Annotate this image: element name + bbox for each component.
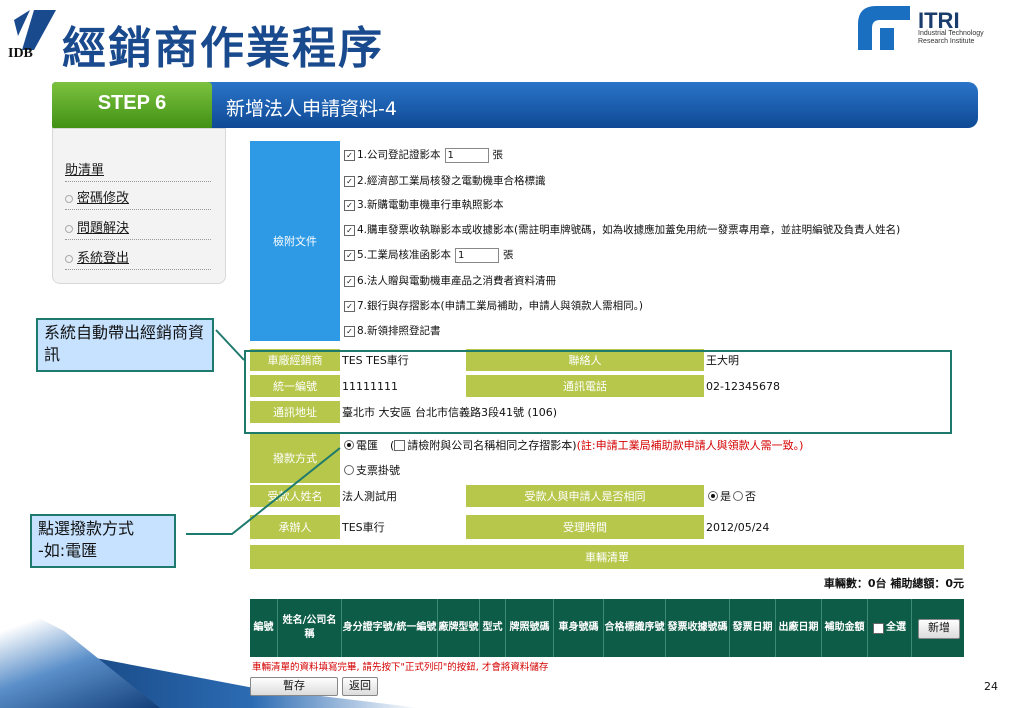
radio-icon[interactable] — [733, 491, 743, 501]
dealer-info-highlight — [244, 350, 952, 434]
side-menu: 助清單 密碼修改 問題解決 系統登出 — [52, 128, 226, 284]
attachment-8[interactable]: ✓ 8.新領排照登記書 — [344, 323, 441, 338]
attachment-text: 1.公司登記證影本 — [357, 149, 441, 161]
itri-logo — [858, 6, 910, 50]
time-value: 2012/05/24 — [706, 520, 770, 534]
attachment-5[interactable]: ✓ 5.工業局核准函影本 1 張 — [344, 247, 514, 263]
attachment-7[interactable]: ✓ 7.銀行與存摺影本(申請工業局補助，申請人與領款人需相同。) — [344, 298, 643, 313]
attachment-4[interactable]: ✓ 4.購車發票收執聯影本或收據影本(需註明車牌號碼，如為收據應加蓋免用統一發票專… — [344, 222, 900, 237]
idb-logo-text: IDB — [8, 46, 33, 61]
col-invoice-date: 發票日期 — [730, 599, 776, 657]
count-input[interactable]: 1 — [455, 247, 500, 263]
attachments-label: 檢附文件 — [250, 141, 340, 341]
radio-icon[interactable] — [344, 465, 354, 475]
col-invoice: 發票收據號碼 — [666, 599, 730, 657]
menu-item-label: 問題解決 — [77, 221, 130, 236]
checkbox-checked-icon[interactable]: ✓ — [344, 150, 355, 161]
page-number: 24 — [984, 680, 998, 693]
col-id: 身分證字號/統一編號 — [342, 599, 438, 657]
step-title: 新增法人申請資料-4 — [226, 98, 397, 120]
attachment-text: 6.法人贈與電動機車產品之消費者資料清冊 — [357, 275, 557, 287]
itri-subtitle: Industrial Technology Research Institute — [918, 30, 984, 45]
unit-label: 張 — [492, 149, 504, 161]
no-label: 否 — [745, 490, 756, 503]
menu-item-label: 密碼修改 — [77, 191, 130, 206]
checkbox-icon[interactable] — [394, 439, 406, 451]
callout-select-payment: 點選撥款方式 -如:電匯 — [30, 514, 176, 568]
checkbox-checked-icon[interactable]: ✓ — [344, 276, 355, 287]
back-button[interactable]: 返回 — [342, 677, 378, 696]
check-option-label: 支票掛號 — [356, 464, 400, 477]
checkbox-checked-icon[interactable]: ✓ — [344, 176, 355, 187]
attachment-text: 7.銀行與存摺影本(申請工業局補助，申請人與領款人需相同。) — [357, 300, 643, 312]
bullet-icon — [65, 194, 73, 203]
menu-item-logout[interactable]: 系統登出 — [65, 247, 211, 270]
payment-option-wire[interactable]: 電匯 (請檢附與公司名稱相同之存摺影本) (註:申請工業局補助款申請人與領款人需一… — [342, 433, 962, 457]
col-add: 新增 — [912, 599, 964, 657]
col-mark: 合格標識序號 — [604, 599, 666, 657]
menu-item-list[interactable]: 助清單 — [65, 159, 211, 182]
menu-item-label: 助清單 — [65, 163, 105, 178]
select-all-label: 全選 — [886, 622, 906, 633]
attachment-text: 5.工業局核准函影本 — [357, 249, 452, 261]
yes-label: 是 — [720, 490, 731, 503]
time-label: 受理時間 — [466, 515, 704, 539]
menu-item-faq[interactable]: 問題解決 — [65, 217, 211, 240]
vehicle-table-header: 編號 姓名/公司名稱 身分證字號/統一編號 廠牌型號 型式 牌照號碼 車身號碼 … — [250, 599, 964, 657]
radio-selected-icon[interactable] — [708, 491, 718, 501]
col-select-all[interactable]: 全選 — [868, 599, 912, 657]
wire-warning: (註:申請工業局補助款申請人與領款人需一致。) — [576, 439, 804, 452]
vehicle-summary: 車輛數：0台 補助總額：0元 — [823, 577, 964, 590]
bullet-icon — [65, 224, 73, 233]
attachment-text: 3.新購電動車機車行車執照影本 — [357, 199, 504, 211]
col-no: 編號 — [250, 599, 278, 657]
unit-label: 張 — [503, 249, 514, 261]
checkbox-checked-icon[interactable]: ✓ — [344, 250, 355, 261]
attachment-2[interactable]: ✓ 2.經濟部工業局核發之電動機車合格標識 — [344, 173, 546, 188]
attachment-1[interactable]: ✓ 1.公司登記證影本 1 張 — [344, 147, 503, 163]
checkbox-icon[interactable] — [873, 622, 884, 634]
menu-item-label: 系統登出 — [77, 251, 130, 266]
handler-label: 承辦人 — [250, 515, 340, 539]
payee-same-label: 受款人與申請人是否相同 — [466, 485, 704, 507]
checkbox-checked-icon[interactable]: ✓ — [344, 326, 355, 337]
page-title: 經銷商作業程序 — [62, 23, 384, 74]
col-body: 車身號碼 — [554, 599, 604, 657]
col-type: 型式 — [480, 599, 506, 657]
attachment-6[interactable]: ✓ 6.法人贈與電動機車產品之消費者資料清冊 — [344, 273, 556, 288]
handler-value: TES車行 — [342, 521, 385, 534]
col-factory-date: 出廠日期 — [776, 599, 822, 657]
save-notice: 車輛清單的資料填寫完畢, 請先按下"正式列印"的按鈕, 才會將資料儲存 — [252, 662, 549, 673]
payee-same-options[interactable]: 是 否 — [706, 485, 906, 507]
col-name: 姓名/公司名稱 — [278, 599, 342, 657]
col-amount: 補助金額 — [822, 599, 868, 657]
attachment-text: 4.購車發票收執聯影本或收據影本(需註明車牌號碼，如為收據應加蓋免用統一發票專用… — [357, 224, 901, 236]
payment-option-check[interactable]: 支票掛號 — [342, 459, 642, 481]
step-label: STEP 6 — [97, 92, 167, 114]
payee-name-label: 受款人姓名 — [250, 485, 340, 507]
vehicle-list-title: 車輛清單 — [250, 545, 964, 569]
count-input[interactable]: 1 — [444, 147, 489, 163]
corner-decoration-2 — [0, 598, 160, 708]
bullet-icon — [65, 254, 73, 263]
checkbox-checked-icon[interactable]: ✓ — [344, 301, 355, 312]
attachment-text: 8.新領排照登記書 — [357, 325, 441, 337]
col-plate: 牌照號碼 — [506, 599, 554, 657]
checkbox-checked-icon[interactable]: ✓ — [344, 225, 355, 236]
checkbox-checked-icon[interactable]: ✓ — [344, 200, 355, 211]
callout-auto-fill: 系統自動帶出經銷商資訊 — [36, 318, 214, 372]
attachment-3[interactable]: ✓ 3.新購電動車機車行車執照影本 — [344, 197, 504, 212]
payment-label: 撥款方式 — [250, 433, 340, 483]
wire-note: 請檢附與公司名稱相同之存摺影本) — [407, 439, 577, 452]
menu-item-password[interactable]: 密碼修改 — [65, 187, 211, 210]
radio-selected-icon[interactable] — [344, 440, 354, 450]
attachment-text: 2.經濟部工業局核發之電動機車合格標識 — [357, 175, 546, 187]
col-brand: 廠牌型號 — [438, 599, 480, 657]
wire-option-label: 電匯 — [356, 439, 378, 452]
add-button[interactable]: 新增 — [918, 619, 960, 639]
payee-name-value: 法人測試用 — [342, 490, 397, 503]
save-draft-button[interactable]: 暫存 — [250, 677, 338, 696]
